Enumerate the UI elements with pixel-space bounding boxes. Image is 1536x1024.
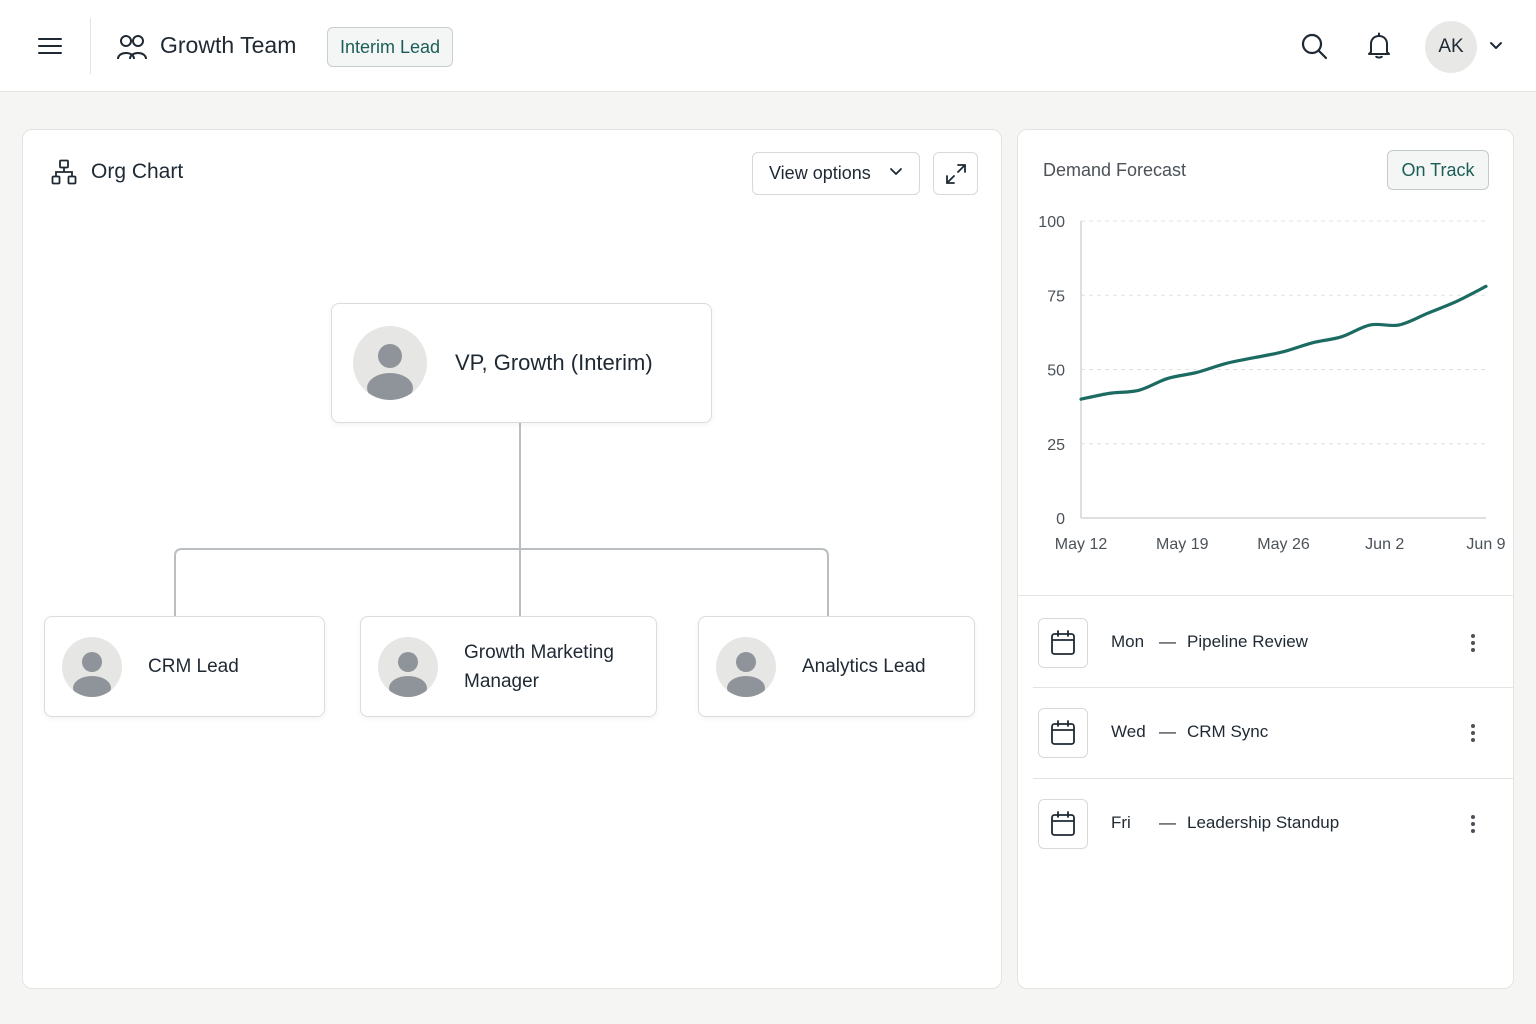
schedule-item[interactable]: Mon — Pipeline Review — [1033, 598, 1501, 688]
forecast-title: Demand Forecast — [1043, 160, 1187, 180]
org-chart-title: Org Chart — [91, 160, 184, 183]
view-options-label: View options — [769, 163, 871, 183]
calendar-icon — [1038, 618, 1088, 668]
user-menu-toggle[interactable] — [1486, 36, 1506, 56]
org-node-title: Analytics Lead — [802, 656, 926, 677]
team-icon — [117, 35, 147, 60]
chevron-down-icon — [1490, 42, 1502, 49]
hamburger-menu-icon — [38, 38, 62, 54]
schedule-title: Pipeline Review — [1187, 632, 1308, 651]
expand-icon — [945, 163, 966, 184]
chevron-down-icon — [890, 168, 902, 175]
forecast-divider — [1018, 595, 1513, 596]
kebab-menu-icon — [1471, 634, 1475, 652]
schedule-item[interactable]: Fri — Leadership Standup — [1033, 779, 1501, 869]
header-divider — [90, 18, 91, 74]
schedule-day: Fri — [1111, 813, 1131, 832]
notifications-button[interactable] — [1361, 28, 1397, 64]
more-options-button[interactable] — [1457, 717, 1489, 749]
avatar-placeholder-icon — [353, 326, 427, 400]
search-icon — [1301, 33, 1328, 60]
schedule-separator: — — [1159, 813, 1176, 832]
schedule-title: CRM Sync — [1187, 722, 1269, 741]
org-node-title: Growth Marketing Manager — [464, 641, 614, 692]
status-badge: On Track — [1387, 150, 1489, 190]
x-tick-label: May 12 — [1055, 536, 1108, 553]
schedule-day: Wed — [1111, 722, 1146, 741]
org-node-vp-growth[interactable]: VP, Growth (Interim) — [331, 303, 712, 423]
view-options-button[interactable]: View options — [752, 152, 920, 195]
role-badge: Interim Lead — [327, 27, 454, 67]
avatar-placeholder-icon — [378, 636, 438, 697]
demand-forecast-panel: Demand Forecast On Track 0 25 50 75 100 May 1… — [1017, 129, 1514, 989]
y-tick-label: 50 — [1047, 363, 1065, 380]
org-node-growth-marketing-manager[interactable]: Growth Marketing Manager — [360, 616, 657, 717]
y-tick-label: 25 — [1047, 437, 1065, 454]
y-tick-label: 0 — [1056, 511, 1065, 528]
kebab-menu-icon — [1471, 815, 1475, 833]
org-chart-panel: Org Chart View options VP, Growth (Inter… — [22, 129, 1002, 989]
org-node-analytics-lead[interactable]: Analytics Lead — [698, 616, 975, 717]
kebab-menu-icon — [1471, 724, 1475, 742]
schedule-separator: — — [1159, 722, 1176, 741]
more-options-button[interactable] — [1457, 808, 1489, 840]
x-tick-label: May 26 — [1257, 536, 1310, 553]
x-tick-label: May 19 — [1156, 536, 1209, 553]
demand-forecast-chart: 0 25 50 75 100 May 12 May 19 May 26 Jun 2 Jun 9 — [1038, 214, 1505, 553]
avatar-placeholder-icon — [716, 636, 776, 697]
org-connectors — [174, 423, 829, 616]
org-node-title: CRM Lead — [148, 656, 239, 677]
search-button[interactable] — [1296, 28, 1332, 64]
hamburger-menu-button[interactable] — [28, 26, 72, 66]
top-bar: Growth Team Interim Lead AK — [0, 0, 1536, 92]
x-tick-label: Jun 2 — [1365, 536, 1404, 553]
org-node-crm-lead[interactable]: CRM Lead — [44, 616, 325, 717]
more-options-button[interactable] — [1457, 627, 1489, 659]
avatar-placeholder-icon — [62, 636, 122, 697]
user-avatar[interactable]: AK — [1425, 21, 1477, 73]
expand-button[interactable] — [933, 152, 978, 195]
schedule-separator: — — [1159, 632, 1176, 651]
y-tick-label: 75 — [1047, 288, 1065, 305]
calendar-icon — [1038, 708, 1088, 758]
org-node-title: VP, Growth (Interim) — [455, 350, 653, 375]
schedule-item[interactable]: Wed — CRM Sync — [1033, 688, 1501, 778]
team-title: Growth Team — [160, 32, 297, 58]
schedule-title: Leadership Standup — [1187, 813, 1340, 832]
y-tick-label: 100 — [1038, 214, 1065, 231]
schedule-day: Mon — [1111, 632, 1145, 651]
x-tick-label: Jun 9 — [1466, 536, 1505, 553]
org-chart-icon — [51, 159, 77, 185]
forecast-series-line — [1079, 284, 1488, 401]
bell-icon — [1368, 32, 1390, 59]
calendar-icon — [1038, 799, 1088, 849]
